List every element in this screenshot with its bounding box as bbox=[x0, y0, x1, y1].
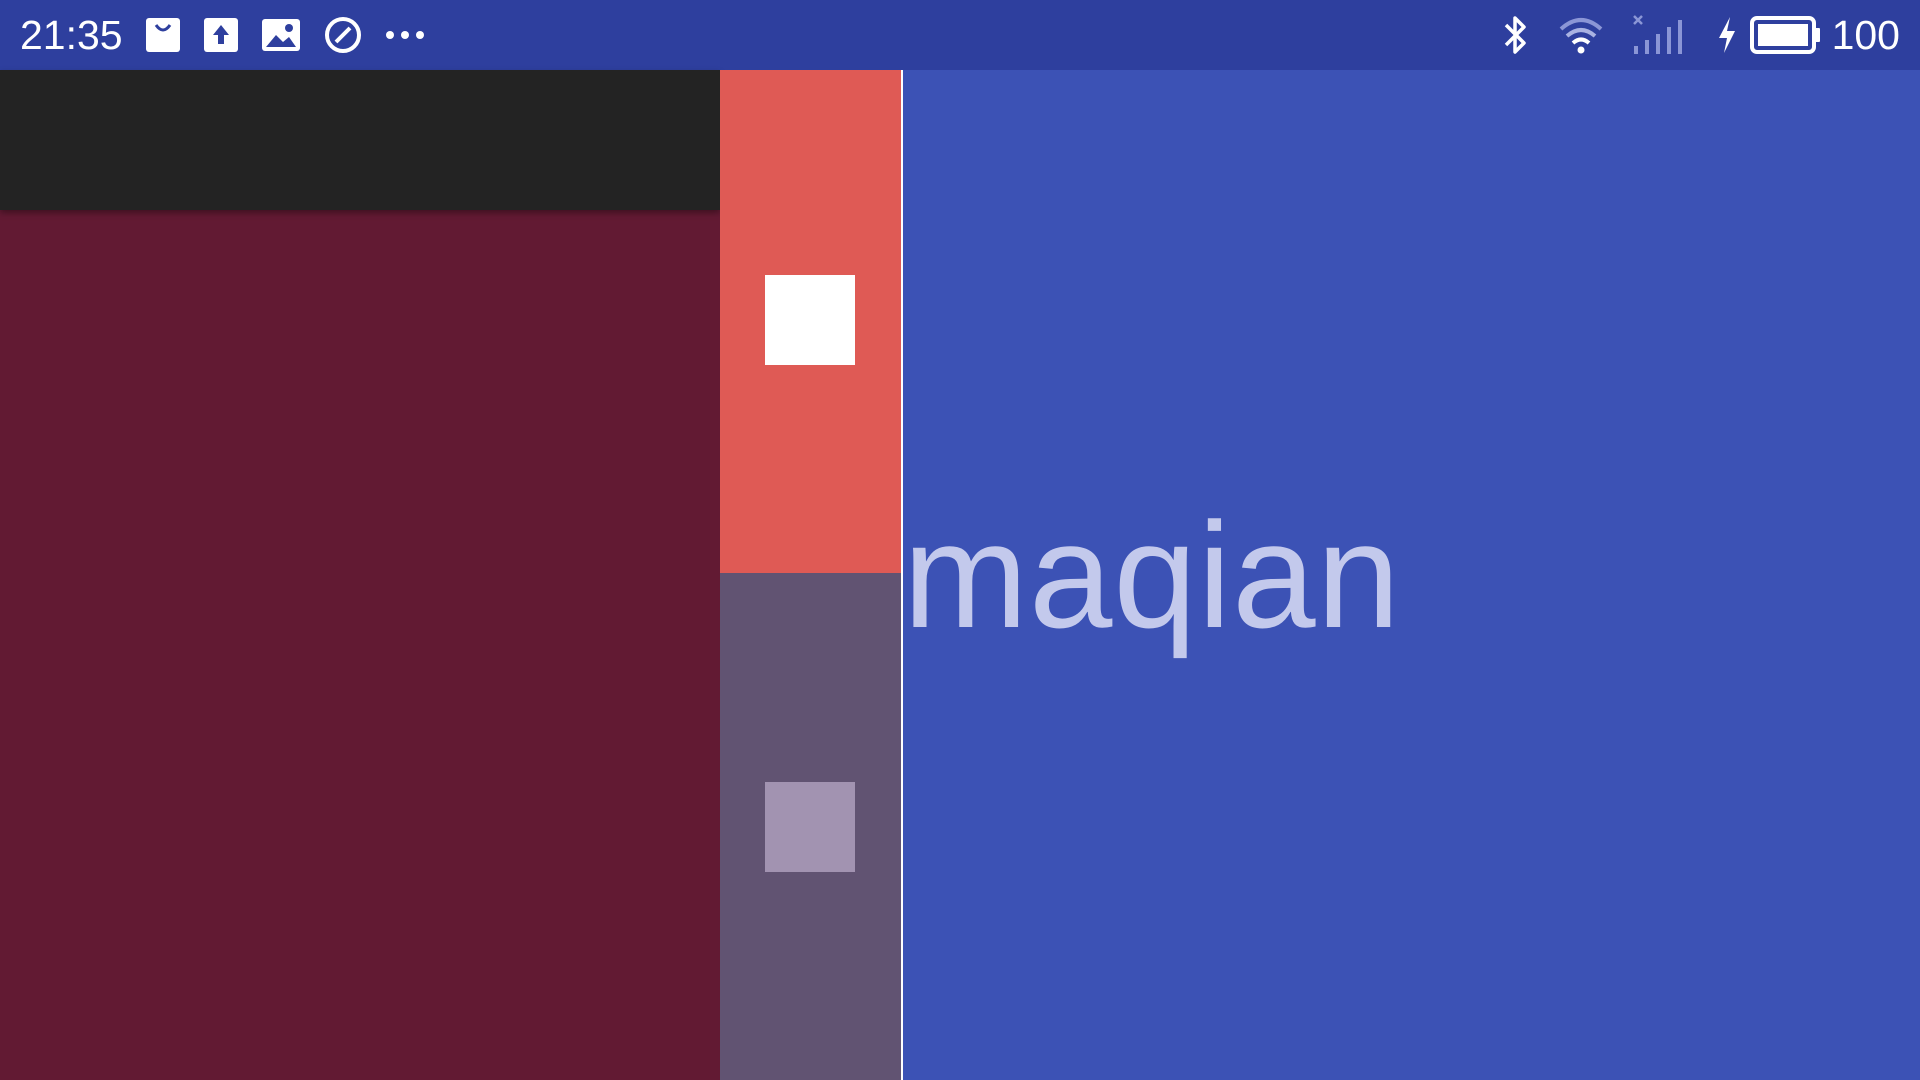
main-text: maqian bbox=[903, 491, 1401, 659]
wifi-icon bbox=[1558, 15, 1604, 55]
status-bar: 21:35 100 bbox=[0, 0, 1920, 70]
dim-square[interactable] bbox=[765, 782, 855, 872]
white-square[interactable] bbox=[765, 275, 855, 365]
battery-percentage: 100 bbox=[1831, 11, 1900, 58]
upload-icon bbox=[203, 17, 239, 53]
strip-bottom-section[interactable] bbox=[720, 573, 901, 1080]
left-panel[interactable] bbox=[0, 70, 720, 1080]
left-toolbar bbox=[0, 70, 720, 210]
status-bar-left: 21:35 bbox=[20, 12, 447, 59]
side-strip bbox=[720, 70, 901, 1080]
clock: 21:35 bbox=[20, 11, 123, 58]
main-panel: maqian bbox=[903, 70, 1920, 1080]
signal-no-service-icon bbox=[1632, 14, 1688, 56]
battery-icon bbox=[1749, 16, 1822, 54]
image-icon bbox=[261, 17, 301, 53]
bluetooth-icon bbox=[1500, 14, 1530, 56]
status-bar-right: 100 bbox=[1472, 12, 1900, 59]
charging-icon bbox=[1716, 15, 1738, 55]
do-not-disturb-icon bbox=[323, 15, 363, 55]
more-dots-icon bbox=[385, 29, 425, 41]
strip-top-section[interactable] bbox=[720, 70, 901, 573]
shopping-bag-icon bbox=[145, 17, 181, 53]
